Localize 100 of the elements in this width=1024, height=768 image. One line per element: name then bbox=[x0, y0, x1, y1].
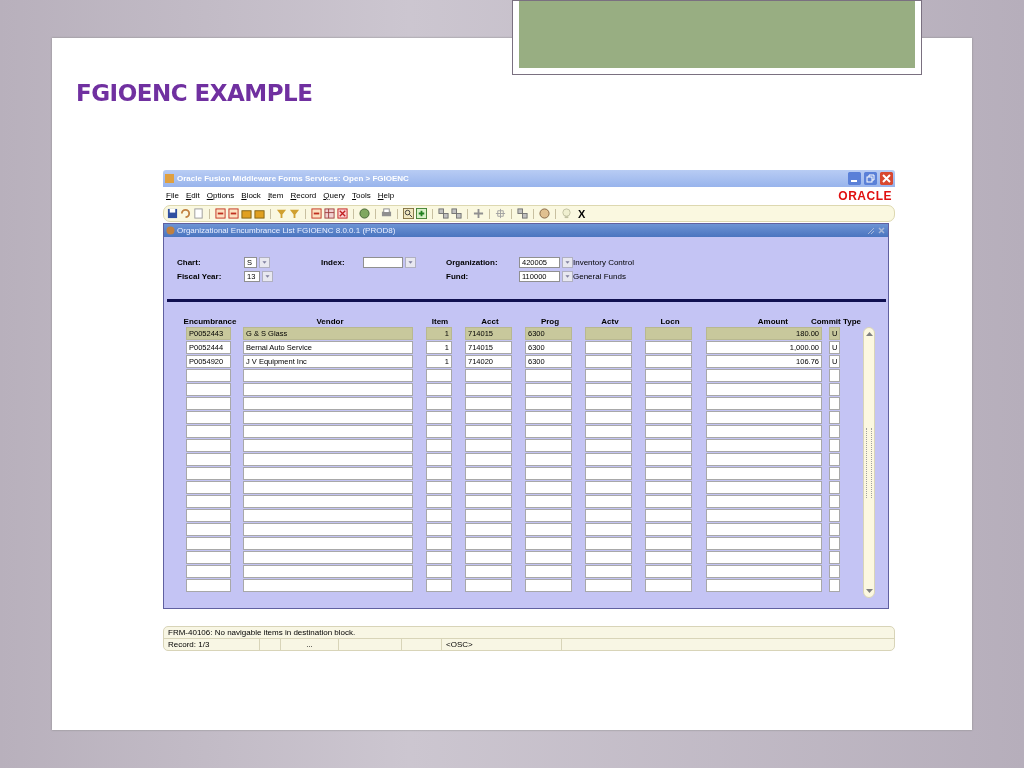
table-cell[interactable] bbox=[186, 565, 231, 578]
scroll-down-icon[interactable] bbox=[865, 589, 873, 594]
dropdown-button[interactable] bbox=[262, 271, 273, 282]
table-cell[interactable] bbox=[525, 551, 572, 564]
blocks-icon[interactable] bbox=[517, 208, 528, 219]
bulb-icon[interactable] bbox=[561, 208, 572, 219]
table-cell[interactable] bbox=[465, 481, 512, 494]
table-cell[interactable] bbox=[525, 537, 572, 550]
dropdown-button[interactable] bbox=[405, 257, 416, 268]
table-cell[interactable] bbox=[426, 397, 452, 410]
table-cell[interactable] bbox=[426, 439, 452, 452]
table-cell[interactable] bbox=[465, 453, 512, 466]
table-cell[interactable] bbox=[186, 425, 231, 438]
document-icon[interactable] bbox=[311, 208, 322, 219]
blocks-icon[interactable] bbox=[438, 208, 449, 219]
table-cell[interactable] bbox=[465, 523, 512, 536]
table-cell[interactable] bbox=[426, 495, 452, 508]
table-cell[interactable] bbox=[829, 383, 840, 396]
table-cell[interactable] bbox=[585, 355, 632, 368]
table-cell[interactable] bbox=[525, 369, 572, 382]
table-cell[interactable] bbox=[243, 565, 413, 578]
funnel-icon[interactable] bbox=[276, 208, 287, 219]
table-cell[interactable] bbox=[426, 383, 452, 396]
table-cell[interactable] bbox=[645, 355, 692, 368]
table-cell[interactable] bbox=[465, 369, 512, 382]
table-cell[interactable] bbox=[186, 439, 231, 452]
table-cell[interactable] bbox=[186, 551, 231, 564]
table-cell[interactable] bbox=[645, 565, 692, 578]
table-cell[interactable] bbox=[585, 565, 632, 578]
table-cell[interactable] bbox=[186, 453, 231, 466]
document-icon[interactable] bbox=[228, 208, 239, 219]
table-cell[interactable] bbox=[706, 383, 822, 396]
table-cell[interactable] bbox=[426, 481, 452, 494]
move-icon[interactable] bbox=[473, 208, 484, 219]
table-cell[interactable] bbox=[243, 579, 413, 592]
table-cell[interactable] bbox=[706, 509, 822, 522]
table-cell[interactable] bbox=[829, 551, 840, 564]
menu-item[interactable]: Help bbox=[377, 191, 395, 200]
table-cell[interactable] bbox=[426, 453, 452, 466]
table-cell[interactable] bbox=[829, 369, 840, 382]
exit-button[interactable]: X bbox=[578, 207, 586, 220]
resize-icon[interactable] bbox=[866, 226, 875, 235]
table-cell[interactable] bbox=[243, 397, 413, 410]
table-cell[interactable] bbox=[585, 453, 632, 466]
table-cell[interactable] bbox=[706, 523, 822, 536]
menu-item[interactable]: Query bbox=[323, 191, 346, 200]
table-cell[interactable] bbox=[186, 467, 231, 480]
table-cell[interactable] bbox=[585, 397, 632, 410]
table-cell[interactable] bbox=[465, 383, 512, 396]
table-cell[interactable] bbox=[706, 453, 822, 466]
table-cell[interactable] bbox=[525, 453, 572, 466]
table-cell[interactable] bbox=[426, 551, 452, 564]
table-cell[interactable] bbox=[585, 327, 632, 340]
menu-item[interactable]: Edit bbox=[185, 191, 200, 200]
table-cell[interactable] bbox=[465, 425, 512, 438]
table-cell[interactable] bbox=[186, 411, 231, 424]
table-cell[interactable] bbox=[186, 397, 231, 410]
table-cell[interactable] bbox=[525, 565, 572, 578]
table-cell[interactable] bbox=[585, 369, 632, 382]
table-cell[interactable] bbox=[465, 467, 512, 480]
table-cell[interactable] bbox=[829, 495, 840, 508]
table-cell[interactable] bbox=[706, 565, 822, 578]
table-cell[interactable] bbox=[465, 565, 512, 578]
table-cell[interactable] bbox=[243, 467, 413, 480]
table-cell[interactable] bbox=[706, 397, 822, 410]
grid-icon[interactable] bbox=[324, 208, 335, 219]
table-cell[interactable] bbox=[525, 579, 572, 592]
table-cell[interactable] bbox=[645, 439, 692, 452]
folder-icon[interactable] bbox=[241, 208, 252, 219]
minimize-button[interactable] bbox=[848, 172, 861, 185]
printer-icon[interactable] bbox=[381, 208, 392, 219]
table-cell[interactable] bbox=[525, 509, 572, 522]
table-cell[interactable] bbox=[585, 523, 632, 536]
menu-item[interactable]: Tools bbox=[352, 191, 371, 200]
delete-icon[interactable] bbox=[337, 208, 348, 219]
table-cell[interactable] bbox=[706, 411, 822, 424]
table-cell[interactable] bbox=[465, 495, 512, 508]
folder-icon[interactable] bbox=[254, 208, 265, 219]
blocks-icon[interactable] bbox=[451, 208, 462, 219]
table-cell[interactable] bbox=[465, 439, 512, 452]
table-cell[interactable] bbox=[186, 523, 231, 536]
menu-item[interactable]: Item bbox=[267, 191, 284, 200]
table-cell[interactable] bbox=[645, 411, 692, 424]
table-cell[interactable] bbox=[243, 509, 413, 522]
table-cell[interactable] bbox=[243, 439, 413, 452]
table-cell[interactable] bbox=[585, 411, 632, 424]
table-cell[interactable] bbox=[186, 537, 231, 550]
table-cell[interactable] bbox=[585, 467, 632, 480]
table-cell[interactable] bbox=[465, 537, 512, 550]
menu-item[interactable]: Options bbox=[206, 191, 235, 200]
cross-icon[interactable] bbox=[495, 208, 506, 219]
table-cell[interactable] bbox=[186, 481, 231, 494]
table-cell[interactable] bbox=[465, 397, 512, 410]
table-cell[interactable] bbox=[525, 411, 572, 424]
table-cell[interactable] bbox=[186, 509, 231, 522]
table-cell[interactable] bbox=[243, 537, 413, 550]
table-cell[interactable] bbox=[829, 397, 840, 410]
search-icon[interactable] bbox=[403, 208, 414, 219]
table-cell[interactable] bbox=[706, 537, 822, 550]
table-cell[interactable] bbox=[243, 425, 413, 438]
